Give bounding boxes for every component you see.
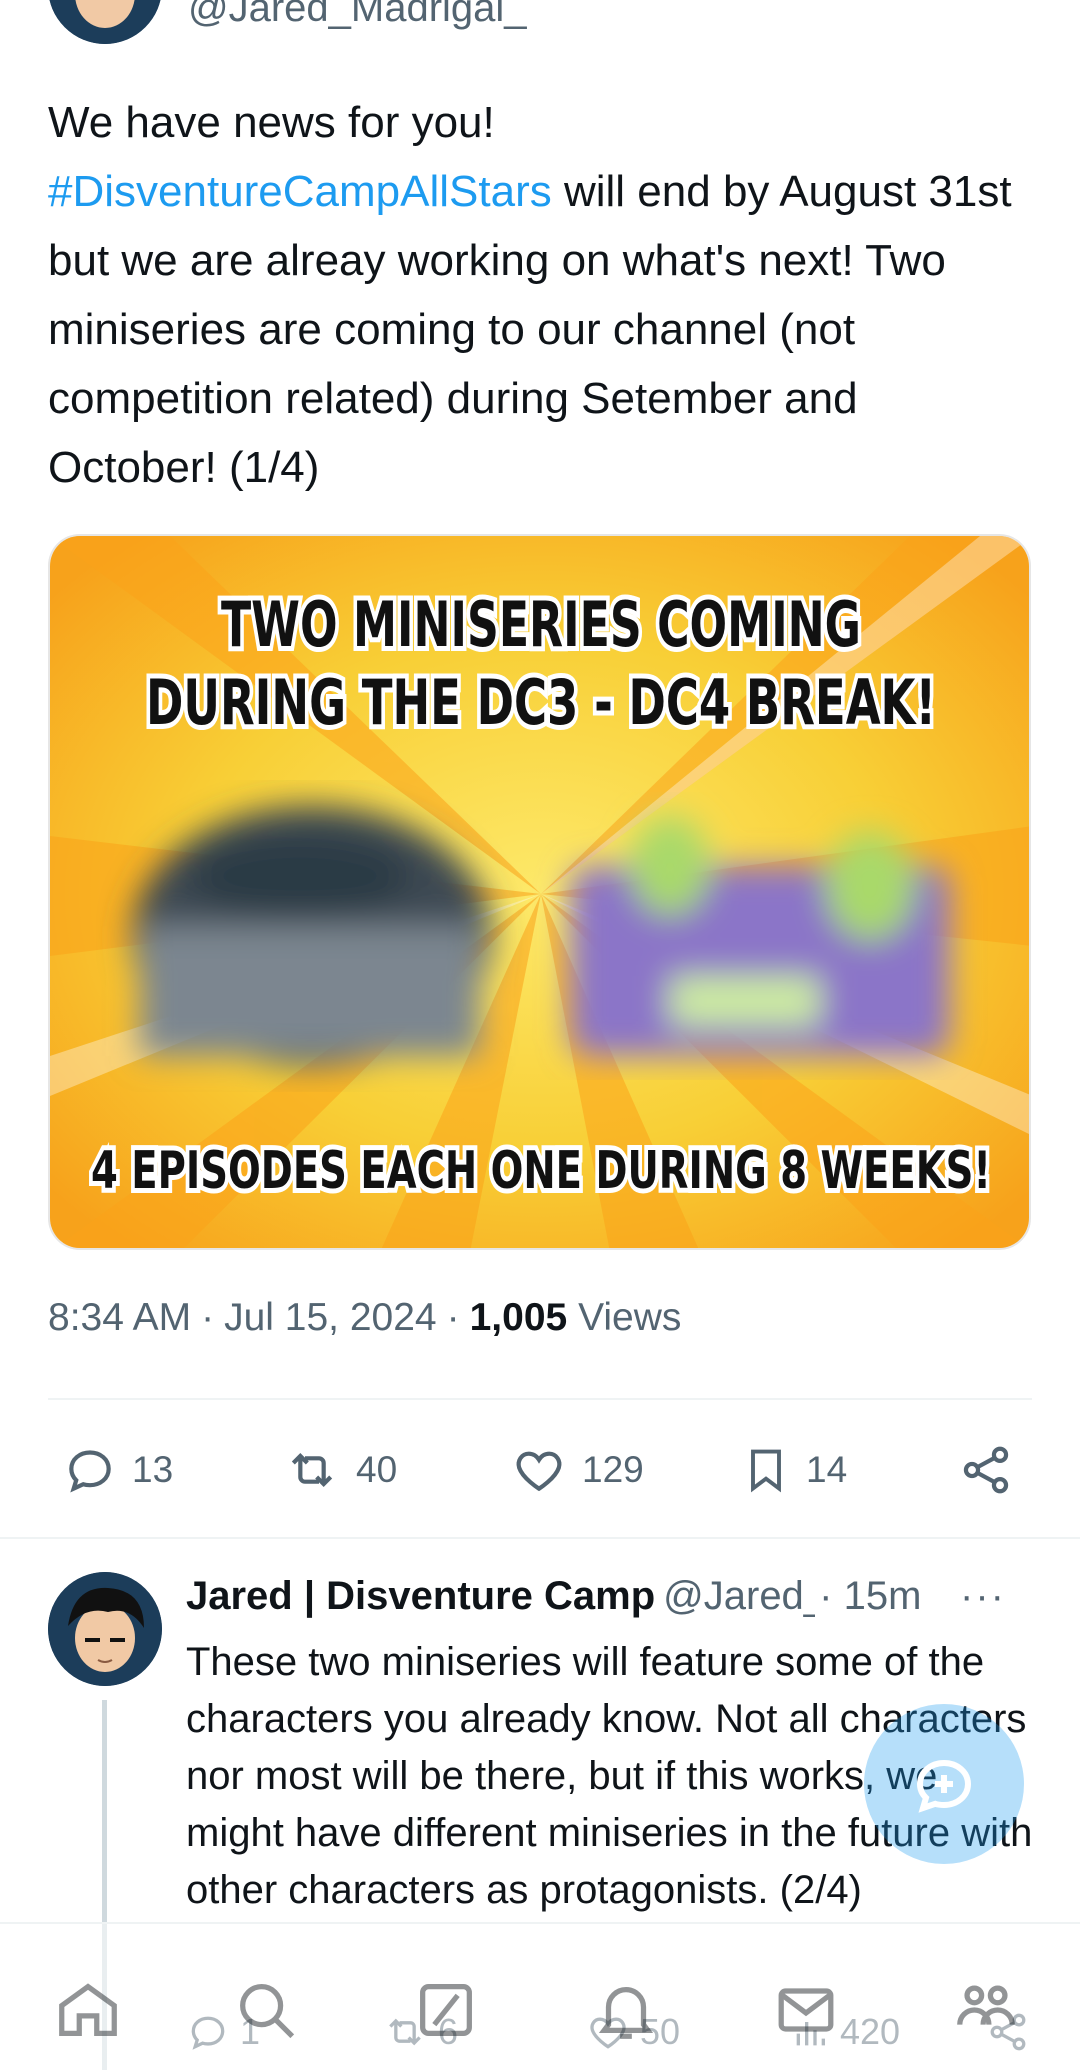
image-headline-line2: DURING THE DC3 - DC4 BREAK! xyxy=(146,666,936,739)
views-label: Views xyxy=(578,1296,682,1339)
compose-button[interactable] xyxy=(864,1704,1024,1864)
author-handle[interactable]: @Jared_Madrigal_ xyxy=(188,0,527,31)
tweet-meta: 8:34 AM · Jul 15, 2024 · 1,005 Views xyxy=(48,1296,681,1340)
tweet-text: We have news for you! #DisventureCampAll… xyxy=(48,88,1038,502)
reply-author-avatar[interactable] xyxy=(48,1572,162,1686)
reply-timestamp[interactable]: · 15m xyxy=(819,1574,921,1619)
home-icon xyxy=(59,1983,117,2036)
tweet-text-intro: We have news for you! xyxy=(48,98,495,147)
reply-author-name[interactable]: Jared | Disventure Camp xyxy=(186,1574,655,1619)
divider xyxy=(0,1537,1080,1539)
tweet-time[interactable]: 8:34 AM xyxy=(48,1296,191,1340)
hashtag-link[interactable]: #DisventureCampAllStars xyxy=(48,167,552,216)
reply-author-handle[interactable]: @Jared_M xyxy=(663,1574,815,1619)
repost-count: 40 xyxy=(356,1449,398,1490)
bookmark-icon xyxy=(751,1449,781,1493)
share-icon xyxy=(963,1446,1009,1494)
compose-icon xyxy=(916,1759,972,1813)
repost-button[interactable]: 40 xyxy=(282,1430,397,1510)
author-avatar[interactable] xyxy=(48,0,162,44)
share-button[interactable] xyxy=(958,1430,1014,1510)
bottom-navigation xyxy=(0,1922,1080,2070)
reply-button[interactable]: 13 xyxy=(62,1430,173,1510)
like-count: 129 xyxy=(582,1449,644,1490)
reply-header: Jared | Disventure Camp @Jared_M · 15m ·… xyxy=(186,1574,1036,1619)
divider xyxy=(48,1398,1032,1400)
nav-home[interactable] xyxy=(48,1970,128,2050)
nav-grok[interactable] xyxy=(406,1970,486,2050)
bookmark-count: 14 xyxy=(806,1449,848,1490)
reply-icon xyxy=(69,1450,111,1493)
meta-separator: · xyxy=(446,1296,460,1339)
views-count: 1,005 xyxy=(469,1296,568,1339)
nav-search[interactable] xyxy=(226,1970,306,2050)
bookmark-button[interactable]: 14 xyxy=(740,1430,847,1510)
image-headline-line1: TWO MINISERIES COMING xyxy=(221,588,861,661)
repost-icon xyxy=(291,1453,333,1487)
meta-separator: · xyxy=(201,1296,215,1339)
heart-icon xyxy=(516,1451,562,1492)
search-icon xyxy=(240,1984,295,2039)
communities-icon xyxy=(957,1985,1015,2025)
more-options-icon[interactable]: ··· xyxy=(960,1574,1006,1619)
grok-icon xyxy=(420,1984,472,2036)
tweet-action-bar: 13 40 129 14 xyxy=(48,1430,1032,1510)
tweet-date[interactable]: Jul 15, 2024 xyxy=(224,1296,437,1340)
bell-icon xyxy=(598,1986,654,2039)
nav-notifications[interactable] xyxy=(586,1970,666,2050)
like-button[interactable]: 129 xyxy=(510,1430,644,1510)
nav-messages[interactable] xyxy=(766,1970,846,2050)
image-footer-text: 4 EPISODES EACH ONE DURING 8 WEEKS! xyxy=(91,1141,991,1201)
tweet-media-image[interactable]: TWO MINISERIES COMING DURING THE DC3 - D… xyxy=(48,534,1031,1250)
mail-icon xyxy=(778,1988,834,2032)
reply-count: 13 xyxy=(132,1449,174,1490)
nav-communities[interactable] xyxy=(946,1970,1026,2050)
